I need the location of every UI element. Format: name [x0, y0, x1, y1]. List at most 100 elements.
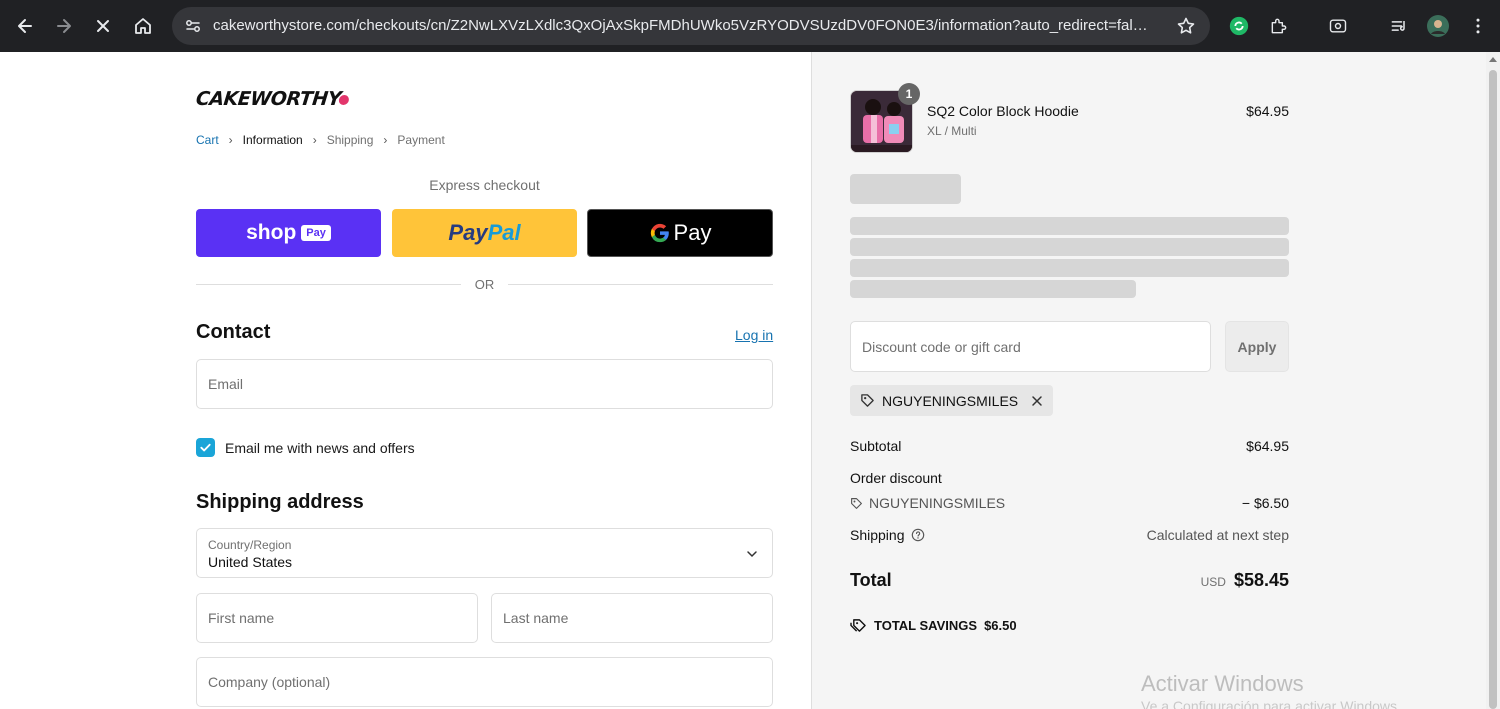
bookmark-star-icon[interactable] — [1176, 16, 1196, 36]
scroll-up-arrow-icon[interactable] — [1489, 57, 1497, 62]
breadcrumb-cart[interactable]: Cart — [196, 133, 219, 147]
discount-code-field[interactable] — [850, 321, 1211, 372]
country-label: Country/Region — [208, 538, 292, 552]
google-pay-button[interactable]: Pay — [587, 209, 773, 257]
tags-icon — [850, 619, 866, 632]
loading-skeleton — [850, 217, 1289, 235]
url-text[interactable]: cakeworthystore.com/checkouts/cn/Z2NwLXV… — [213, 17, 1148, 34]
shop-pay-button[interactable]: shop Pay — [196, 209, 381, 257]
subtotal-value: $64.95 — [1246, 438, 1289, 454]
extensions-puzzle-icon[interactable] — [1266, 13, 1292, 39]
breadcrumb-information: Information — [242, 133, 303, 147]
total-currency: USD — [1200, 575, 1226, 589]
google-g-icon — [650, 223, 669, 243]
order-discount-label: Order discount — [850, 470, 942, 486]
browser-menu-icon[interactable] — [1465, 13, 1491, 39]
last-name-field[interactable] — [491, 593, 773, 643]
discount-code-info: NGUYENINGSMILES — [850, 495, 1005, 511]
chevron-right-icon: › — [228, 133, 233, 147]
windows-activation-title: Activar Windows — [1141, 671, 1304, 696]
tag-icon — [861, 394, 874, 407]
discount-code-input[interactable] — [862, 322, 1192, 371]
remove-discount-icon[interactable] — [1031, 395, 1043, 407]
shipping-address-heading: Shipping address — [196, 491, 364, 513]
google-pay-label: Pay — [673, 220, 712, 245]
email-field[interactable] — [196, 359, 773, 409]
discount-code-row: NGUYENINGSMILES − $6.50 — [850, 495, 1289, 511]
discount-code-label: NGUYENINGSMILES — [869, 495, 1006, 511]
arrow-left-icon — [18, 19, 32, 33]
breadcrumb-shipping: Shipping — [326, 133, 374, 147]
or-divider: OR — [196, 276, 773, 292]
last-name-input[interactable] — [503, 594, 761, 642]
breadcrumb-payment: Payment — [397, 133, 445, 147]
shipping-label: Shipping — [850, 527, 905, 543]
total-label: Total — [850, 570, 892, 590]
arrow-right-icon — [57, 19, 71, 33]
savings-label: TOTAL SAVINGS — [874, 618, 978, 633]
chevron-right-icon: › — [383, 133, 388, 147]
address-bar[interactable]: cakeworthystore.com/checkouts/cn/Z2NwLXV… — [172, 7, 1210, 45]
quantity-badge: 1 — [898, 83, 920, 105]
product-price: $64.95 — [1246, 103, 1289, 119]
or-label: OR — [474, 276, 495, 292]
apply-discount-button[interactable]: Apply — [1225, 321, 1289, 372]
media-control-icon[interactable] — [1386, 13, 1412, 39]
loading-skeleton — [850, 174, 961, 204]
newsletter-checkbox[interactable] — [196, 438, 215, 457]
profile-avatar[interactable] — [1425, 13, 1451, 39]
help-circle-icon[interactable] — [911, 528, 925, 542]
shipping-value: Calculated at next step — [1146, 527, 1289, 543]
tag-icon — [851, 497, 862, 509]
order-discount-row: Order discount — [850, 470, 1289, 486]
paypal-label-part1: Pay — [448, 220, 488, 245]
country-value: United States — [208, 554, 293, 570]
newsletter-label: Email me with news and offers — [225, 439, 415, 456]
company-input[interactable] — [208, 658, 761, 706]
total-savings: TOTAL SAVINGS $6.50 — [850, 618, 1017, 633]
discount-value: − $6.50 — [1241, 495, 1289, 511]
checkout-main: CAKEWORTHY Cart › Information › Shipping… — [0, 52, 811, 709]
express-checkout-title: Express checkout — [429, 177, 540, 193]
company-field[interactable] — [196, 657, 773, 707]
chevron-right-icon: › — [312, 133, 317, 147]
extension-green-icon[interactable] — [1226, 13, 1252, 39]
shop-pay-label: shop — [246, 221, 297, 244]
home-icon — [135, 18, 151, 34]
first-name-field[interactable] — [196, 593, 478, 643]
screenshot-icon[interactable] — [1325, 13, 1351, 39]
subtotal-label: Subtotal — [850, 438, 902, 454]
paypal-button[interactable]: Pay Pal — [392, 209, 577, 257]
shop-pay-tag: Pay — [301, 225, 331, 241]
first-name-input[interactable] — [208, 594, 466, 642]
forward-button[interactable] — [48, 10, 80, 42]
windows-activation-subtitle: Ve a Configuración para activar Windows. — [1141, 698, 1401, 709]
stop-loading-button[interactable] — [87, 10, 119, 42]
browser-toolbar: cakeworthystore.com/checkouts/cn/Z2NwLXV… — [0, 0, 1500, 52]
order-summary: 1 SQ2 Color Block Hoodie XL / Multi $64.… — [811, 52, 1500, 709]
savings-value: $6.50 — [984, 618, 1017, 633]
email-input[interactable] — [208, 360, 761, 408]
scrollbar-thumb[interactable] — [1489, 70, 1497, 709]
country-select[interactable]: Country/Region United States — [196, 528, 773, 578]
site-settings-icon[interactable] — [184, 17, 202, 35]
paypal-label-part2: Pal — [487, 220, 521, 245]
store-logo[interactable]: CAKEWORTHY — [195, 88, 350, 110]
loading-skeleton — [850, 238, 1289, 256]
home-button[interactable] — [127, 10, 159, 42]
page-scrollbar[interactable] — [1486, 52, 1500, 709]
applied-discount-chip: NGUYENINGSMILES — [850, 385, 1054, 416]
chevron-down-icon — [747, 551, 757, 558]
product-name: SQ2 Color Block Hoodie — [927, 103, 1079, 119]
total-value: $58.45 — [1233, 570, 1289, 590]
breadcrumb: Cart › Information › Shipping › Payment — [196, 133, 445, 147]
loading-skeleton — [850, 259, 1289, 277]
close-icon — [97, 20, 109, 32]
total-row: Total USD $58.45 — [850, 570, 1289, 591]
login-link[interactable]: Log in — [735, 327, 773, 343]
subtotal-row: Subtotal $64.95 — [850, 438, 1289, 454]
checkmark-icon — [200, 443, 211, 452]
back-button[interactable] — [9, 10, 41, 42]
newsletter-option[interactable]: Email me with news and offers — [196, 438, 415, 457]
contact-heading: Contact — [196, 321, 271, 343]
